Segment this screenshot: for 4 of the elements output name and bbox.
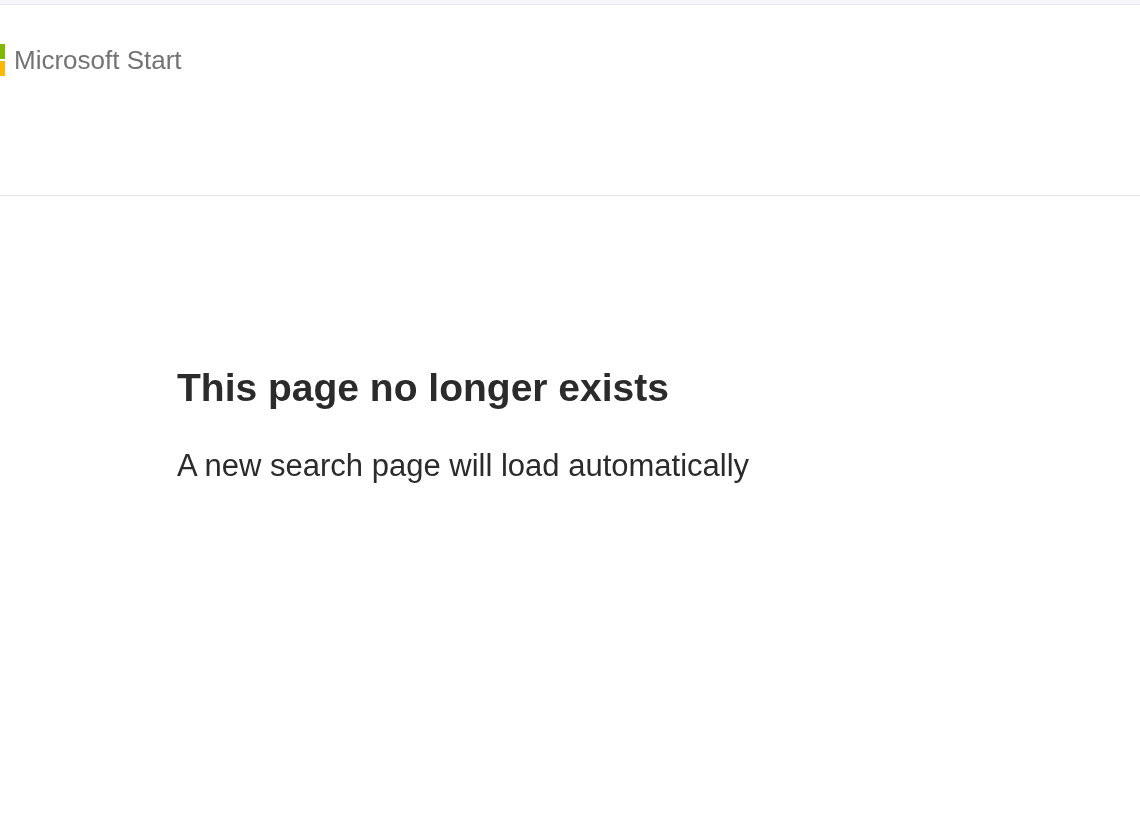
logo-link[interactable]: Microsoft Start — [0, 44, 182, 76]
page-message: A new search page will load automatically — [177, 447, 751, 485]
logo-squares-icon — [0, 44, 5, 76]
page-title: This page no longer exists — [177, 365, 670, 411]
